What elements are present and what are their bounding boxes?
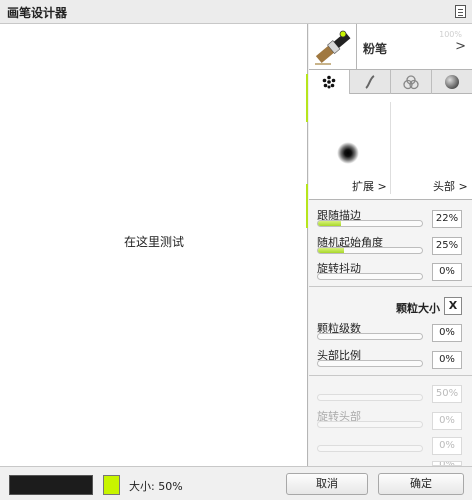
dots-icon bbox=[322, 75, 336, 89]
size-label: 大小: 50% bbox=[129, 480, 183, 493]
brush-thumbnail[interactable] bbox=[309, 24, 357, 70]
grain-level-value[interactable]: 0% bbox=[432, 324, 462, 342]
follow-stroke-slider[interactable] bbox=[317, 220, 423, 227]
rotate-head-value: 0% bbox=[432, 412, 462, 430]
tab-dots[interactable] bbox=[309, 70, 350, 94]
secondary-color-swatch[interactable] bbox=[103, 475, 120, 495]
disabled-value: 0% bbox=[432, 437, 462, 455]
title-bar: 画笔设计器 bbox=[0, 0, 472, 24]
disabled-value: 50% bbox=[432, 385, 462, 403]
grain-level-slider[interactable] bbox=[317, 333, 423, 340]
footer-bar: 大小: 50% 取消 确定 bbox=[0, 466, 472, 500]
rotate-head-slider bbox=[317, 421, 423, 428]
preview-divider bbox=[390, 102, 391, 194]
spread-link[interactable]: 扩展 > bbox=[352, 178, 387, 194]
brush-settings-panel: 100% 粉笔 > 扩展 > 头部 > 跟随描边 22% 随机起始角度 25% … bbox=[309, 24, 472, 466]
stroke-section: 跟随描边 22% 随机起始角度 25% 旋转抖动 0% bbox=[309, 201, 472, 287]
grain-section: 颗粒大小 X 颗粒级数 0% 头部比例 0% bbox=[309, 288, 472, 376]
ok-button[interactable]: 确定 bbox=[378, 473, 464, 495]
stroke-icon bbox=[365, 75, 375, 89]
disabled-slider bbox=[317, 445, 423, 452]
random-angle-slider[interactable] bbox=[317, 247, 423, 254]
document-icon[interactable] bbox=[455, 5, 466, 18]
canvas-hint: 在这里测试 bbox=[123, 235, 184, 249]
chalk-brush-icon bbox=[311, 26, 355, 68]
accent-mark bbox=[306, 74, 308, 122]
primary-color-swatch[interactable] bbox=[9, 475, 93, 495]
head-rotation-section: 50% 旋转头部 0% 0% 0% bbox=[309, 377, 472, 466]
disabled-slider bbox=[317, 394, 423, 401]
random-angle-value[interactable]: 25% bbox=[432, 237, 462, 255]
follow-stroke-value[interactable]: 22% bbox=[432, 210, 462, 228]
tab-blend[interactable] bbox=[391, 70, 432, 94]
blend-icon bbox=[403, 75, 419, 90]
cancel-button[interactable]: 取消 bbox=[286, 473, 368, 495]
rotation-jitter-value[interactable]: 0% bbox=[432, 263, 462, 281]
accent-mark bbox=[306, 184, 308, 228]
grain-close-button[interactable]: X bbox=[444, 297, 462, 315]
chevron-right-icon: > bbox=[455, 39, 466, 54]
random-angle-fill bbox=[318, 248, 344, 253]
tab-sphere[interactable] bbox=[432, 70, 472, 94]
test-canvas[interactable]: 在这里测试 bbox=[0, 24, 308, 466]
grain-size-label: 颗粒大小 bbox=[396, 302, 440, 315]
brush-name: 粉笔 bbox=[363, 42, 388, 56]
brush-faint-value: 100% bbox=[439, 30, 462, 39]
brush-tabs bbox=[309, 70, 472, 94]
head-link[interactable]: 头部 > bbox=[433, 178, 468, 194]
brush-preview-area: 扩展 > 头部 > bbox=[309, 94, 472, 200]
head-ratio-value[interactable]: 0% bbox=[432, 351, 462, 369]
sphere-icon bbox=[445, 75, 459, 89]
brush-selector[interactable]: 100% 粉笔 > bbox=[357, 24, 472, 70]
rotation-jitter-slider[interactable] bbox=[317, 273, 423, 280]
tab-stroke[interactable] bbox=[350, 70, 391, 94]
follow-stroke-fill bbox=[318, 221, 341, 226]
window-title: 画笔设计器 bbox=[7, 6, 68, 20]
head-ratio-slider[interactable] bbox=[317, 360, 423, 367]
brush-dot-preview bbox=[337, 142, 359, 164]
